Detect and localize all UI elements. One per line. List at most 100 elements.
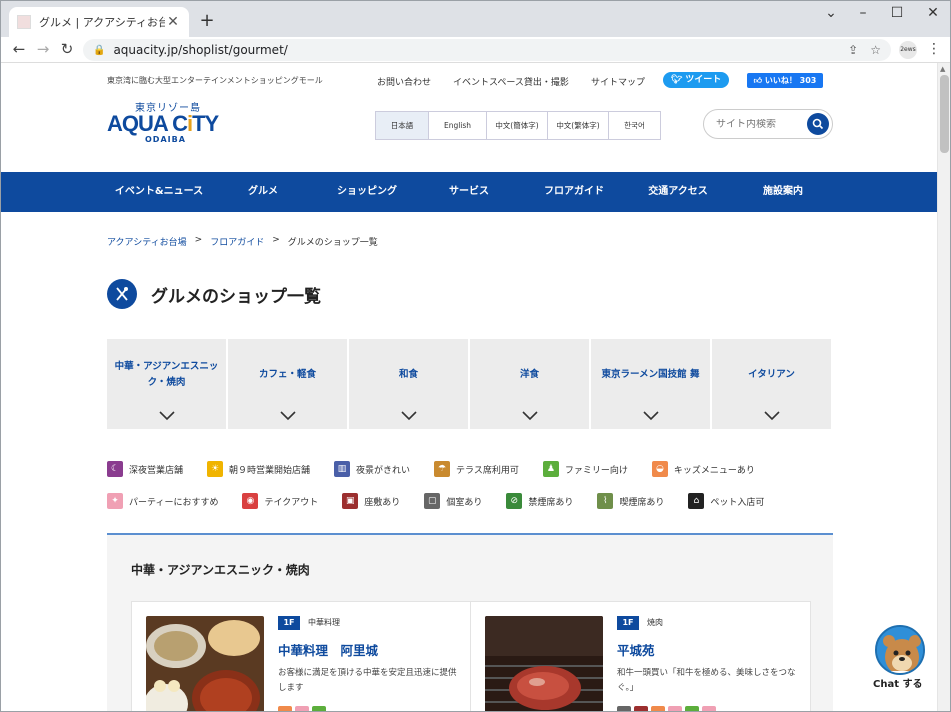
tweet-button[interactable]: 🐦︎ ツイート (663, 72, 729, 88)
shop-card[interactable]: 1F 焼肉 平城苑 和牛一頭買い「和牛を極める、美味しさをつなぐ。」 (471, 602, 810, 711)
new-tab-button[interactable]: + (197, 10, 217, 31)
chevron-down-icon (400, 411, 417, 421)
shop-feature-icons (278, 706, 326, 711)
shop-description: お客様に満足を頂ける中華を安定且迅速に提供します (278, 668, 457, 693)
chevron-down-icon (521, 411, 538, 421)
page-title: グルメのショップ一覧 (151, 286, 321, 307)
breadcrumb-floor-guide[interactable]: フロアガイド (210, 235, 264, 248)
shop-genre: 中華料理 (308, 618, 340, 627)
shop-section: 中華・アジアンエスニック・焼肉 1F 中華料理 中華料理 阿里城 お客様に満足を… (107, 533, 833, 711)
contact-link[interactable]: お問い合わせ (377, 75, 431, 88)
family-icon (685, 706, 699, 711)
breadcrumb-home[interactable]: アクアシティお台場 (107, 235, 187, 248)
nav-facility[interactable]: 施設案内 (749, 172, 817, 212)
close-window-button[interactable]: ✕ (923, 5, 943, 21)
fork-knife-icon (107, 279, 137, 309)
logo-wordmark: AQUA CiTY (107, 111, 219, 136)
event-space-link[interactable]: イベントスペース貸出・撮影 (453, 75, 569, 88)
sitemap-link[interactable]: サイトマップ (591, 75, 645, 88)
lock-icon[interactable]: 🔒 (93, 45, 105, 56)
twitter-bird-icon: 🐦︎ (670, 75, 683, 85)
party-icon: ✦ (107, 493, 123, 509)
nav-floor-guide[interactable]: フロアガイド (533, 172, 615, 212)
party-icon (295, 706, 309, 711)
scroll-up-icon[interactable]: ▲ (940, 65, 945, 73)
shop-name[interactable]: 平城苑 (617, 640, 655, 659)
category-italian[interactable]: イタリアン (712, 339, 831, 429)
tab-title: グルメ | アクアシティお台場 (39, 16, 165, 29)
category-label: 洋食 (519, 369, 539, 380)
site-tagline: 東京湾に臨む大型エンターテインメントショッピングモール (107, 76, 323, 85)
nav-service[interactable]: サービス (437, 172, 501, 212)
legend-party: ✦ パーティーにおすすめ (107, 493, 218, 509)
tab-strip: グルメ | アクアシティお台場 ✕ + ⌄ – ☐ ✕ (1, 1, 950, 37)
language-switcher: 日本語 English 中文(簡体字) 中文(繁体字) 한국어 (375, 111, 661, 140)
breadcrumb: アクアシティお台場 > フロアガイド > グルメのショップ一覧 (107, 235, 378, 248)
section-title: 中華・アジアンエスニック・焼肉 (131, 563, 310, 577)
page-scrollbar[interactable]: ▲ (937, 63, 950, 711)
reload-button[interactable]: ↻ (57, 40, 77, 58)
party-icon (702, 706, 716, 711)
legend-non-smoking: ⊘ 禁煙席あり (506, 493, 573, 509)
nav-shopping[interactable]: ショッピング (325, 172, 409, 212)
feature-legend: ☾ 深夜営業店舗 ☀ 朝９時営業開始店舗 ▥ 夜景がきれい ☂ テラス席利用可 ♟ ファミ… (107, 453, 827, 517)
shop-name[interactable]: 中華料理 阿里城 (278, 640, 378, 659)
legend-smoking: ⌇ 喫煙席あり (597, 493, 664, 509)
category-japanese[interactable]: 和食 (349, 339, 468, 429)
search-icon (812, 118, 824, 130)
category-chinese-asian[interactable]: 中華・アジアンエスニック・焼肉 (107, 339, 226, 429)
tab-close-icon[interactable]: ✕ (165, 14, 181, 30)
tab-search-icon[interactable]: ⌄ (821, 5, 841, 21)
nav-access[interactable]: 交通アクセス (635, 172, 721, 212)
back-button[interactable]: ← (9, 40, 29, 58)
family-icon (312, 706, 326, 711)
pet-house-icon: ⌂ (688, 493, 705, 509)
legend-late-night: ☾ 深夜営業店舗 (107, 461, 183, 477)
shop-card[interactable]: 1F 中華料理 中華料理 阿里城 お客様に満足を頂ける中華を安定且迅速に提供しま… (132, 602, 471, 711)
breadcrumb-separator: > (272, 235, 280, 245)
zashiki-icon (634, 706, 648, 711)
kids-plate-icon: ◒ (651, 461, 668, 477)
search-button[interactable] (807, 113, 829, 135)
logo-odaiba: ODAIBA (145, 135, 186, 144)
maximize-button[interactable]: ☐ (887, 5, 907, 21)
browser-menu-icon[interactable]: ⋮ (927, 41, 941, 57)
category-tabs: 中華・アジアンエスニック・焼肉 カフェ・軽食 和食 洋食 東京ラーメン国技館 舞… (107, 339, 831, 429)
browser-toolbar: ← → ↻ 🔒 aquacity.jp/shoplist/gourmet/ ⇪ … (1, 37, 950, 63)
browser-tab[interactable]: グルメ | アクアシティお台場 ✕ (9, 7, 189, 37)
chevron-down-icon (279, 411, 296, 421)
chat-widget[interactable]: Chat する (867, 623, 935, 693)
category-label: 和食 (398, 369, 418, 380)
category-label: イタリアン (748, 369, 795, 380)
minimize-button[interactable]: – (853, 5, 873, 21)
mascot-icon (875, 625, 925, 675)
bookmark-star-icon[interactable]: ☆ (870, 43, 881, 57)
site-search (703, 109, 833, 139)
category-western[interactable]: 洋食 (470, 339, 589, 429)
category-label: 中華・アジアンエスニック・焼肉 (114, 361, 219, 388)
scrollbar-thumb[interactable] (940, 75, 949, 153)
category-ramen[interactable]: 東京ラーメン国技館 舞 (591, 339, 710, 429)
forward-button[interactable]: → (33, 40, 53, 58)
nav-event-news[interactable]: イベント&ニュース (107, 172, 211, 212)
category-cafe[interactable]: カフェ・軽食 (228, 339, 347, 429)
facebook-like-button[interactable]: 👍︎ いいね！ 303 (747, 73, 823, 88)
lang-english[interactable]: English (428, 112, 486, 139)
lang-chinese-traditional[interactable]: 中文(繁体字) (547, 112, 608, 139)
search-input[interactable] (716, 118, 802, 130)
lang-korean[interactable]: 한국어 (608, 112, 660, 139)
address-bar[interactable]: 🔒 aquacity.jp/shoplist/gourmet/ ⇪ ☆ (83, 39, 891, 61)
share-icon[interactable]: ⇪ (848, 43, 858, 57)
chevron-down-icon (763, 411, 780, 421)
lang-chinese-simplified[interactable]: 中文(簡体字) (486, 112, 547, 139)
site-logo[interactable]: 東京リゾー島 AQUA CiTY ODAIBA (107, 99, 227, 144)
nav-gourmet[interactable]: グルメ (231, 172, 295, 212)
shop-photo-chinese[interactable] (146, 616, 264, 711)
shop-photo-yakiniku[interactable] (485, 616, 603, 711)
legend-row: ☾ 深夜営業店舗 ☀ 朝９時営業開始店舗 ▥ 夜景がきれい ☂ テラス席利用可 ♟ ファミ… (107, 453, 827, 485)
legend-takeout: ◉ テイクアウト (242, 493, 318, 509)
category-label: カフェ・軽食 (258, 369, 316, 380)
extension-icon[interactable]: 2ews (899, 41, 917, 59)
legend-row: ✦ パーティーにおすすめ ◉ テイクアウト ▣ 座敷あり ▢ 個室あり ⊘ 禁煙席あり ⌇… (107, 485, 827, 517)
lang-japanese[interactable]: 日本語 (376, 112, 428, 139)
